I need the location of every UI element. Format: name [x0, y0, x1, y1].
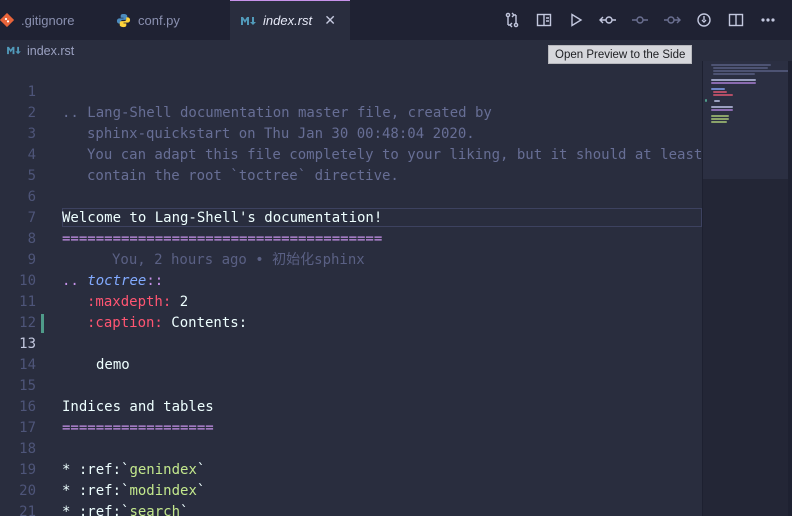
open-preview-side-icon[interactable]: [528, 0, 560, 40]
minimap-line: [711, 82, 756, 84]
code-line: 19 * :ref:`modindex`: [0, 439, 702, 499]
tooltip: Open Preview to the Side: [548, 45, 693, 64]
minimap[interactable]: [702, 61, 792, 516]
tab-gitignore[interactable]: .gitignore: [0, 0, 108, 40]
breadcrumb-file[interactable]: index.rst: [27, 44, 74, 58]
code-line: 2 sphinx-quickstart on Thu Jan 30 00:48:…: [0, 82, 702, 142]
markdown-icon: [240, 15, 256, 27]
code-line: 10 :maxdepth: 2: [0, 250, 702, 310]
minimap-line: [713, 73, 755, 75]
go-forward-icon[interactable]: [656, 0, 688, 40]
line-number: 21: [19, 504, 36, 516]
tab-label: conf.py: [138, 12, 180, 28]
editor-actions: [496, 0, 792, 40]
minimap-line: [711, 79, 756, 81]
minimap-line: [711, 64, 771, 66]
minimap-git-indicator: [705, 99, 707, 102]
minimap-line: [711, 115, 729, 117]
code-token: `: [180, 504, 189, 516]
minimap-line: [713, 67, 768, 69]
vertical-scrollbar[interactable]: [788, 61, 792, 516]
more-actions-icon[interactable]: [752, 0, 784, 40]
compare-changes-icon[interactable]: [496, 0, 528, 40]
tab-label: index.rst: [263, 13, 313, 28]
code-line: 17: [0, 397, 702, 436]
commit-dot-icon[interactable]: [624, 0, 656, 40]
minimap-line: [713, 70, 789, 72]
code-line: 5: [0, 145, 702, 184]
code-line: 20 * :ref:`search`: [0, 460, 702, 516]
git-icon: [0, 13, 14, 27]
minimap-line: [711, 109, 733, 111]
code-text: * :ref:`search`: [62, 502, 188, 516]
tab-index-rst[interactable]: index.rst ✕: [230, 0, 350, 40]
minimap-line: [711, 88, 725, 90]
minimap-line: [714, 100, 720, 102]
minimap-line: [711, 121, 727, 123]
run-icon[interactable]: [560, 0, 592, 40]
code-editor[interactable]: 1 .. Lang-Shell documentation master fil…: [0, 61, 702, 516]
code-line: 9 .. toctree::: [0, 229, 702, 289]
code-line: 12: [0, 292, 702, 331]
code-line: 16 ==================: [0, 376, 702, 436]
minimap-line: [711, 118, 729, 120]
minimap-line: [711, 106, 733, 108]
code-line: 6 Welcome to Lang-Shell's documentation!: [0, 166, 702, 226]
minimap-line: [713, 94, 733, 96]
code-line: 15 Indices and tables: [0, 355, 702, 415]
markdown-icon: [6, 45, 21, 56]
code-line: 18 * :ref:`genindex`: [0, 418, 702, 478]
minimap-line: [713, 91, 727, 93]
close-tab-button[interactable]: ✕: [324, 12, 336, 29]
code-line: 3 You can adapt this file completely to …: [0, 103, 702, 163]
code-line: 11 :caption: Contents:: [0, 271, 702, 331]
code-line: 1 .. Lang-Shell documentation master fil…: [0, 61, 702, 121]
code-line: 13 demo: [0, 313, 702, 373]
split-editor-icon[interactable]: [720, 0, 752, 40]
code-line: 14: [0, 334, 702, 373]
code-line: 21: [0, 481, 702, 516]
go-back-icon[interactable]: [592, 0, 624, 40]
code-line: 8 You, 2 hours ago • 初始化sphinx: [0, 208, 702, 268]
timeline-icon[interactable]: [688, 0, 720, 40]
tab-conf-py[interactable]: conf.py: [108, 0, 230, 40]
python-icon: [116, 13, 131, 28]
tab-label: .gitignore: [21, 12, 75, 28]
tab-bar: .gitignore conf.py index.rst ✕: [0, 0, 792, 40]
code-token: * :ref:`: [62, 504, 130, 516]
code-line: 7 ======================================: [0, 187, 702, 247]
code-line: 4 contain the root `toctree` directive.: [0, 124, 702, 184]
code-token: search: [129, 504, 181, 516]
